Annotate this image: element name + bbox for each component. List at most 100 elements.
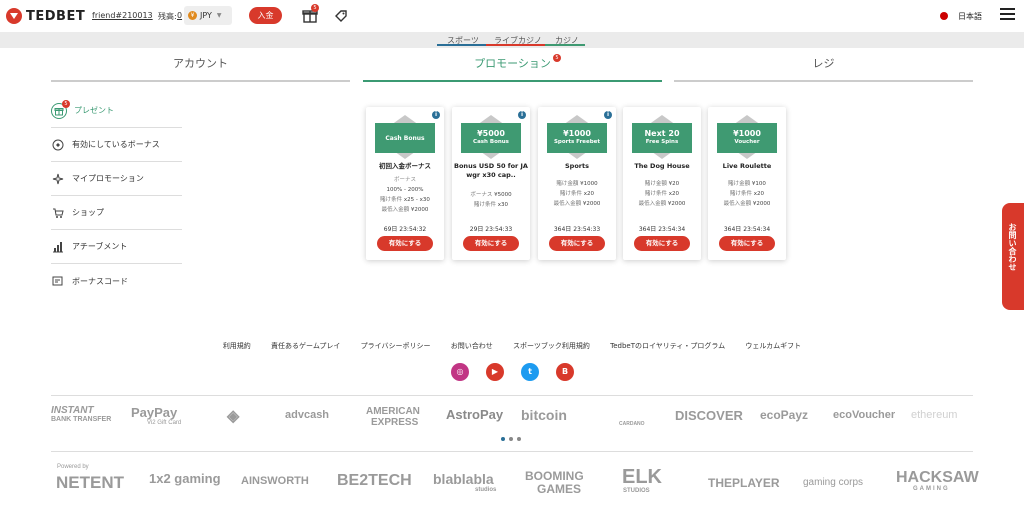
subnav-live-underline (486, 44, 545, 46)
promo-detail-line: ボーナス (393, 177, 416, 183)
ecopayz-logo: ecoPayz (760, 408, 809, 422)
sidebar-item-label: ショップ (72, 208, 104, 217)
sidebar-item-my-promotions[interactable]: マイプロモーション (51, 162, 182, 196)
gift-button[interactable]: 5 (301, 4, 319, 24)
promo-card: i ¥1000 Sports Freebet Sports 賭け金額 ¥1000… (538, 107, 616, 260)
promo-card: i Cash Bonus 初回入金ボーナス ボーナス 100% - 200% 賭… (366, 107, 444, 260)
twitter-icon[interactable]: t (521, 363, 539, 381)
activate-button[interactable]: 有効にする (634, 236, 690, 251)
promo-kind: Voucher (734, 139, 760, 145)
detail-key: 賭け条件 (729, 191, 752, 197)
tab-cashier-underline (674, 80, 973, 82)
tab-account-label: アカウント (173, 57, 228, 70)
promo-amount: ¥5000 (477, 129, 505, 138)
tab-promotions-underline (363, 80, 662, 82)
blablabla-studios-label: studios (475, 487, 497, 493)
promo-details: 賭け金額 ¥1000 賭け条件 x20 最低入金額 ¥2000 (538, 179, 616, 209)
social-links: ◎ ▶ t B (451, 363, 574, 381)
theplayer-logo: THEPLAYER (708, 476, 780, 490)
footer-link[interactable]: スポーツブック利用規約 (513, 342, 590, 350)
elk-studios-label: STUDIOS (623, 488, 650, 494)
deposit-button[interactable]: 入金 (249, 7, 282, 24)
promo-kind: Sports Freebet (553, 139, 601, 145)
tab-account[interactable]: アカウント (51, 52, 350, 82)
promo-kind: Cash Bonus (473, 139, 509, 145)
promo-detail-line: 最低入金額 ¥2000 (708, 199, 786, 209)
activate-button[interactable]: 有効にする (719, 236, 775, 251)
sidebar-item-label: 有効にしているボーナス (72, 140, 160, 149)
carousel-dot[interactable] (517, 437, 521, 441)
tab-cashier-label: レジ (812, 57, 835, 70)
cardano-logo: CARDANO (619, 421, 645, 427)
promo-details: ボーナス 100% - 200% 賭け条件 x25 - x30 最低入金額 ¥2… (366, 175, 444, 215)
bank-transfer-logo: BANK TRANSFER (51, 416, 112, 423)
promo-banner: ¥5000 Cash Bonus (461, 123, 521, 153)
activate-button[interactable]: 有効にする (549, 236, 605, 251)
sidebar-item-bonus-code[interactable]: ボーナスコード (51, 264, 182, 298)
youtube-icon[interactable]: ▶ (486, 363, 504, 381)
info-icon[interactable]: i (604, 111, 612, 119)
detail-value: ¥1000 (580, 181, 598, 187)
balance-value[interactable]: 0 (177, 11, 182, 20)
gift-count-badge: 5 (311, 4, 319, 12)
footer-link[interactable]: ウェルカムギフト (745, 342, 801, 350)
promo-details: 賭け金額 ¥100 賭け条件 x20 最低入金額 ¥2000 (708, 179, 786, 209)
promo-detail-line: 最低入金額 ¥2000 (366, 205, 444, 215)
footer-link[interactable]: プライバシーポリシー (361, 342, 431, 350)
info-icon[interactable]: i (518, 111, 526, 119)
contact-us-tab[interactable]: お問い合わせ (1002, 203, 1024, 310)
booming-games-logo: BOOMING (525, 469, 584, 483)
footer-link[interactable]: お問い合わせ (451, 342, 493, 350)
promo-title: Live Roulette (722, 162, 772, 170)
currency-select[interactable]: ¥ JPY ▼ (184, 6, 232, 25)
footer-link[interactable]: 責任あるゲームプレイ (271, 342, 340, 350)
detail-key: ボーナス (470, 192, 493, 198)
detail-value: ¥100 (751, 181, 766, 187)
be2tech-logo: BE2TECH (337, 472, 412, 489)
promo-kind: Cash Bonus (385, 135, 425, 142)
amex-logo: AMERICAN (366, 406, 420, 417)
footer-link[interactable]: TedbeTのロイヤリティ・プログラム (610, 342, 725, 350)
sparkle-icon (51, 172, 65, 186)
brand-logo[interactable]: TEDBET (6, 8, 85, 24)
badge-icon (51, 138, 65, 152)
promo-detail-line: 賭け金額 ¥1000 (538, 179, 616, 189)
instagram-icon[interactable]: ◎ (451, 363, 469, 381)
hacksaw-logo: HACKSAW (896, 469, 979, 486)
footer-divider (51, 395, 973, 396)
username-link[interactable]: friend#210013 (92, 11, 153, 20)
detail-key: 賭け条件 (380, 197, 403, 203)
sidebar-item-shop[interactable]: ショップ (51, 196, 182, 230)
tab-cashier[interactable]: レジ (674, 52, 973, 82)
blog-icon[interactable]: B (556, 363, 574, 381)
footer-link[interactable]: 利用規約 (223, 342, 251, 350)
sidebar-item-active-bonuses[interactable]: 有効にしているボーナス (51, 128, 182, 162)
1x2-gaming-logo: 1x2 gaming (149, 471, 221, 486)
promo-timer: 29日 23:54:33 (469, 226, 513, 233)
activate-button[interactable]: 有効にする (377, 236, 433, 251)
promo-detail-line: 賭け金額 ¥20 (623, 179, 701, 189)
advcash-logo: advcash (285, 409, 330, 421)
sidebar-item-achievements[interactable]: アチーブメント (51, 230, 182, 264)
activate-button[interactable]: 有効にする (463, 236, 519, 251)
japan-flag-icon[interactable] (940, 12, 948, 20)
sidebar-item-label: プレゼント (74, 106, 114, 115)
gifts-badge: 5 (62, 99, 70, 108)
tab-promotions[interactable]: プロモーション 5 (363, 52, 662, 82)
info-icon[interactable]: i (432, 111, 440, 119)
promo-banner: Next 20 Free Spins (632, 123, 692, 153)
sidebar-item-gifts[interactable]: 5 プレゼント (51, 94, 182, 128)
carousel-dot[interactable] (501, 437, 505, 441)
detail-key: 賭け金額 (728, 181, 751, 187)
language-select[interactable]: 日本語 (958, 11, 982, 22)
carousel-dot[interactable] (509, 437, 513, 441)
footer-divider (51, 451, 973, 452)
promo-banner: Cash Bonus (375, 123, 435, 153)
tab-promotions-badge: 5 (553, 54, 561, 62)
detail-value: ¥20 (668, 181, 680, 187)
sidebar-item-label: マイプロモーション (72, 174, 144, 183)
promo-tag-button[interactable] (334, 8, 348, 27)
discover-logo: DISCOVER (675, 408, 743, 423)
promo-card: i ¥5000 Cash Bonus Bonus USD 50 for JA w… (452, 107, 530, 260)
hamburger-menu-icon[interactable] (1000, 8, 1015, 21)
